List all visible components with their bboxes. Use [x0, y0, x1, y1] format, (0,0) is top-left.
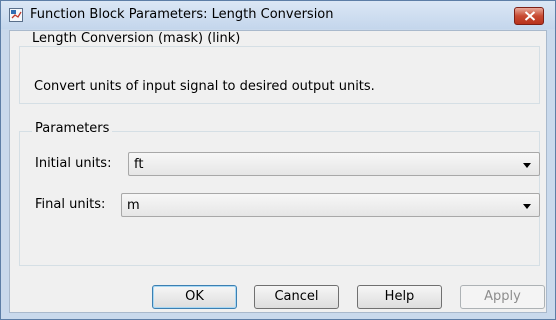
close-button[interactable] [514, 7, 544, 25]
mask-title-label: Length Conversion (mask) (link) [29, 31, 244, 46]
title-bar[interactable]: Function Block Parameters: Length Conver… [1, 1, 555, 29]
ok-button[interactable]: OK [152, 285, 237, 309]
help-button[interactable]: Help [357, 285, 442, 309]
dialog-window: Function Block Parameters: Length Conver… [0, 0, 556, 320]
description-group [19, 46, 540, 104]
final-units-select[interactable]: m [121, 193, 540, 217]
window-title: Function Block Parameters: Length Conver… [30, 7, 334, 22]
parameters-group-label: Parameters [32, 121, 113, 136]
initial-units-select[interactable]: ft [128, 152, 540, 176]
close-icon [524, 11, 536, 21]
chevron-down-icon [523, 163, 531, 168]
initial-units-value: ft [134, 157, 144, 172]
final-units-value: m [127, 198, 140, 213]
initial-units-label: Initial units: [35, 156, 112, 171]
block-parameters-icon [9, 8, 23, 22]
final-units-label: Final units: [35, 197, 106, 212]
chevron-down-icon [523, 204, 531, 209]
apply-button[interactable]: Apply [460, 285, 545, 309]
block-description: Convert units of input signal to desired… [34, 79, 375, 94]
cancel-button[interactable]: Cancel [254, 285, 339, 309]
